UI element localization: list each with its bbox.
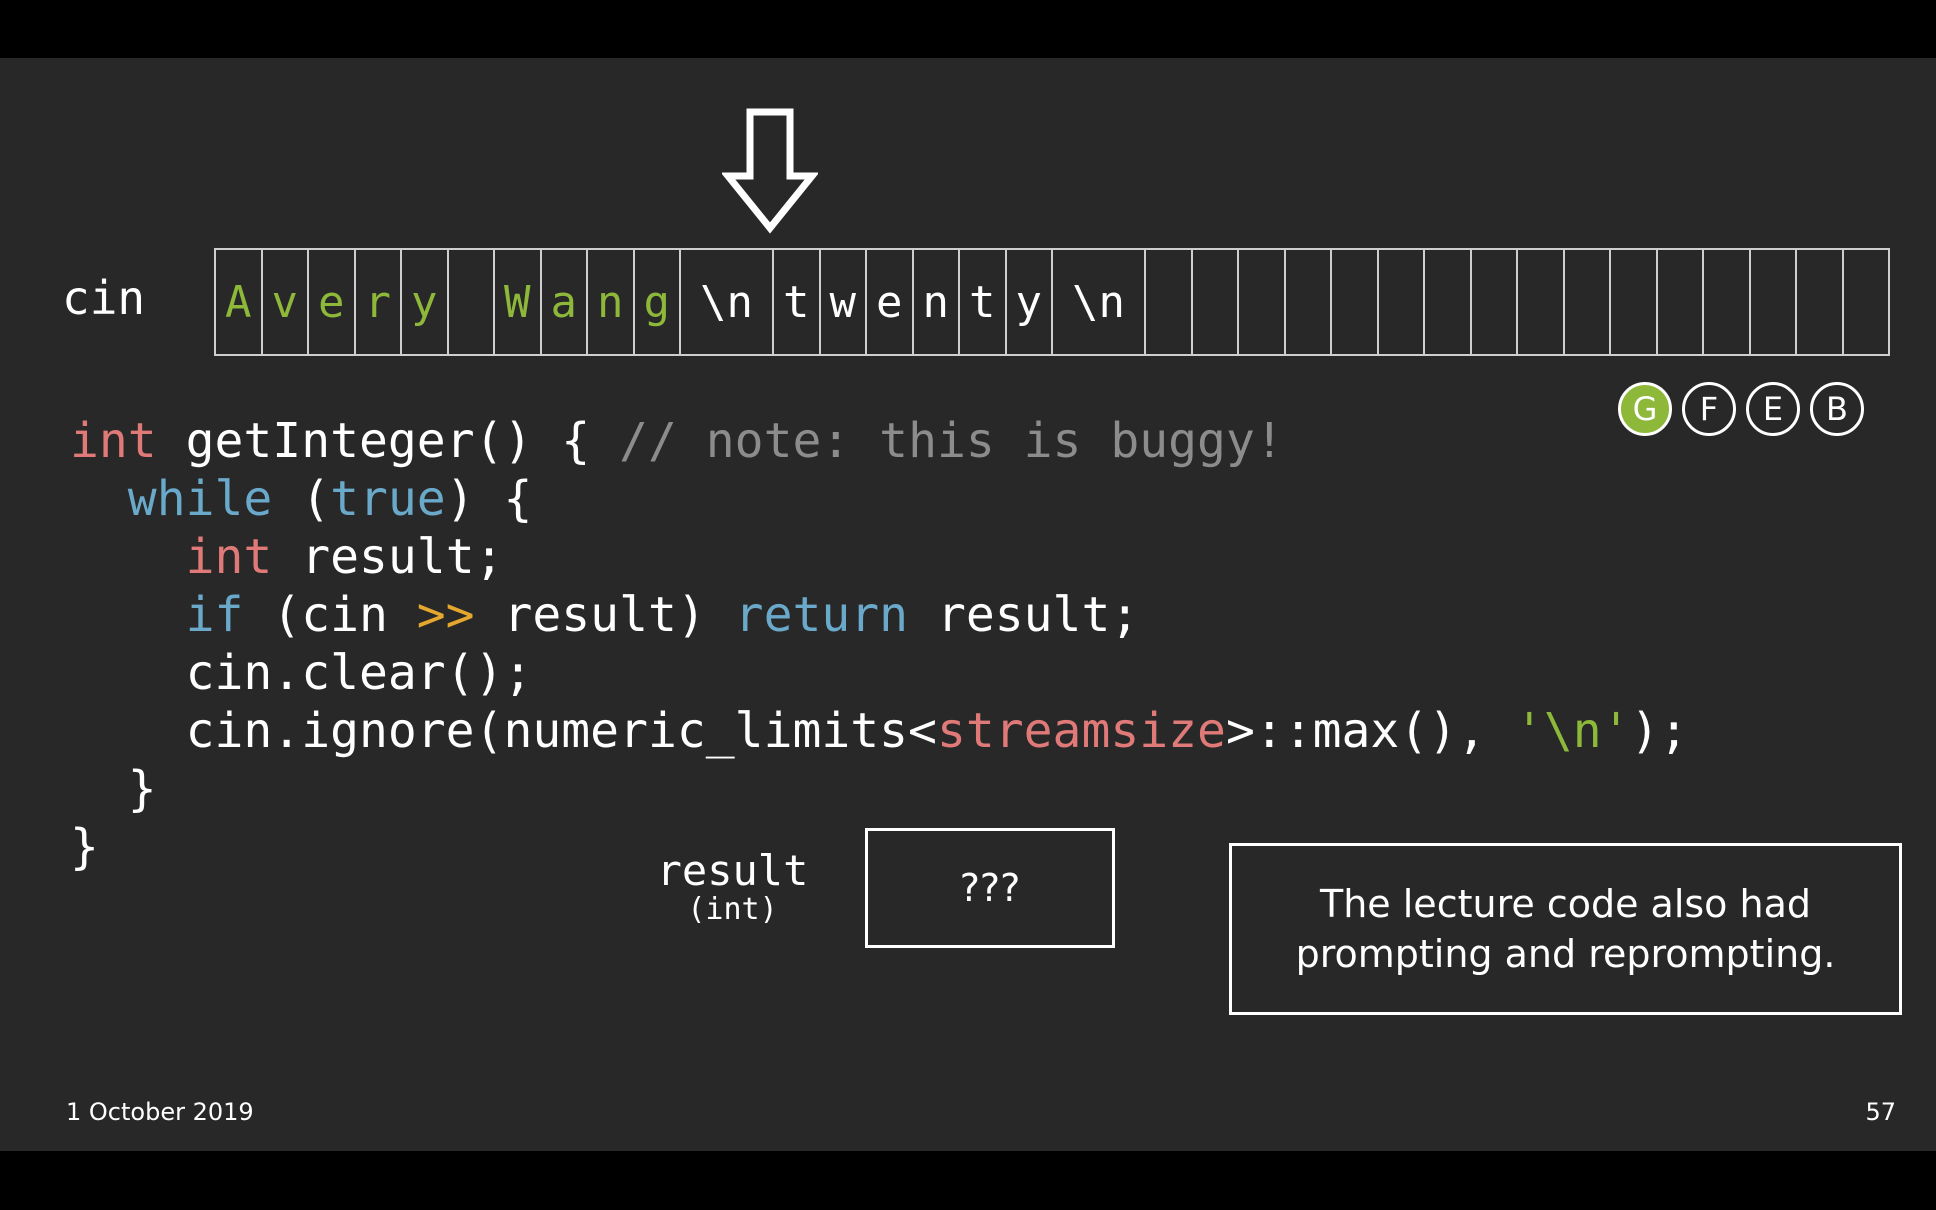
code-line-5: cin.clear(); xyxy=(70,645,533,701)
buffer-cell xyxy=(449,250,495,354)
cin-label: cin xyxy=(62,271,146,325)
buffer-cell xyxy=(1472,250,1518,354)
buffer-cell: t xyxy=(774,250,821,354)
buffer-cell: v xyxy=(263,250,309,354)
marker-e: E xyxy=(1746,382,1800,436)
buffer-cell: \n xyxy=(1053,250,1146,354)
note-box: The lecture code also had prompting and … xyxy=(1229,843,1902,1015)
code-line-7: } xyxy=(70,761,157,817)
code-token: while xyxy=(127,471,273,527)
result-label: result (int) xyxy=(650,848,815,926)
buffer-cell xyxy=(1239,250,1286,354)
code-line-2: while (true) { xyxy=(127,471,533,527)
slide: cin Av e r y Wa n g \n t w e n t y \n GFEB int getInte… xyxy=(0,58,1936,1151)
buffer-cell: g xyxy=(635,250,681,354)
buffer-cell xyxy=(1379,250,1425,354)
code-token: getInteger() { xyxy=(156,413,620,469)
buffer-cell xyxy=(1565,250,1611,354)
buffer-cell xyxy=(1844,250,1889,354)
code-token: return xyxy=(734,587,909,643)
code-token: >> xyxy=(416,587,475,643)
footer-date: 1 October 2019 xyxy=(66,1098,254,1126)
buffer-cell xyxy=(1751,250,1797,354)
code-line-4: if (cin >> result) return result; xyxy=(185,587,1140,643)
buffer-cell: n xyxy=(914,250,960,354)
result-value-box: ??? xyxy=(865,828,1115,948)
code-block: int getInteger() { // note: this is bugg… xyxy=(70,412,1688,876)
buffer-cell: e xyxy=(309,250,356,354)
marker-b: B xyxy=(1810,382,1864,436)
code-line-3: int result; xyxy=(185,529,504,585)
page-number: 57 xyxy=(1865,1098,1896,1126)
buffer-cell xyxy=(1611,250,1658,354)
code-comment: // note: this is buggy! xyxy=(619,413,1284,469)
buffer-cell: a xyxy=(542,250,588,354)
buffer-cell xyxy=(1146,250,1193,354)
buffer-cell: w xyxy=(821,250,867,354)
cin-buffer: Av e r y Wa n g \n t w e n t y \n xyxy=(214,248,1890,356)
code-line-8: } xyxy=(70,819,99,875)
buffer-cell xyxy=(1286,250,1332,354)
result-type: (int) xyxy=(687,892,778,927)
buffer-cell: \n xyxy=(681,250,774,354)
buffer-cell xyxy=(1797,250,1844,354)
down-arrow-icon xyxy=(722,108,818,234)
buffer-cell xyxy=(1704,250,1751,354)
buffer-cell: y xyxy=(402,250,449,354)
buffer-cell: W xyxy=(495,250,542,354)
buffer-cell: t xyxy=(960,250,1007,354)
buffer-cell xyxy=(1658,250,1704,354)
code-token: '\n' xyxy=(1514,703,1631,759)
buffer-cell xyxy=(1425,250,1472,354)
buffer-cell xyxy=(1518,250,1565,354)
buffer-cell: A xyxy=(216,250,263,354)
buffer-cell xyxy=(1332,250,1379,354)
buffer-cell: r xyxy=(356,250,402,354)
buffer-cell: n xyxy=(588,250,635,354)
buffer-cell xyxy=(1193,250,1239,354)
code-token: true xyxy=(330,471,446,527)
code-token: if xyxy=(185,587,244,643)
code-line-1: int getInteger() { // note: this is bugg… xyxy=(70,413,1284,469)
buffer-cell: y xyxy=(1007,250,1053,354)
code-token: int xyxy=(70,413,157,469)
code-token: int xyxy=(185,529,273,585)
marker-f: F xyxy=(1682,382,1736,436)
code-token: streamsize xyxy=(936,703,1226,759)
code-line-6: cin.ignore(numeric_limits<streamsize>::m… xyxy=(70,703,1689,759)
result-name: result xyxy=(656,846,809,895)
buffer-cell: e xyxy=(867,250,914,354)
